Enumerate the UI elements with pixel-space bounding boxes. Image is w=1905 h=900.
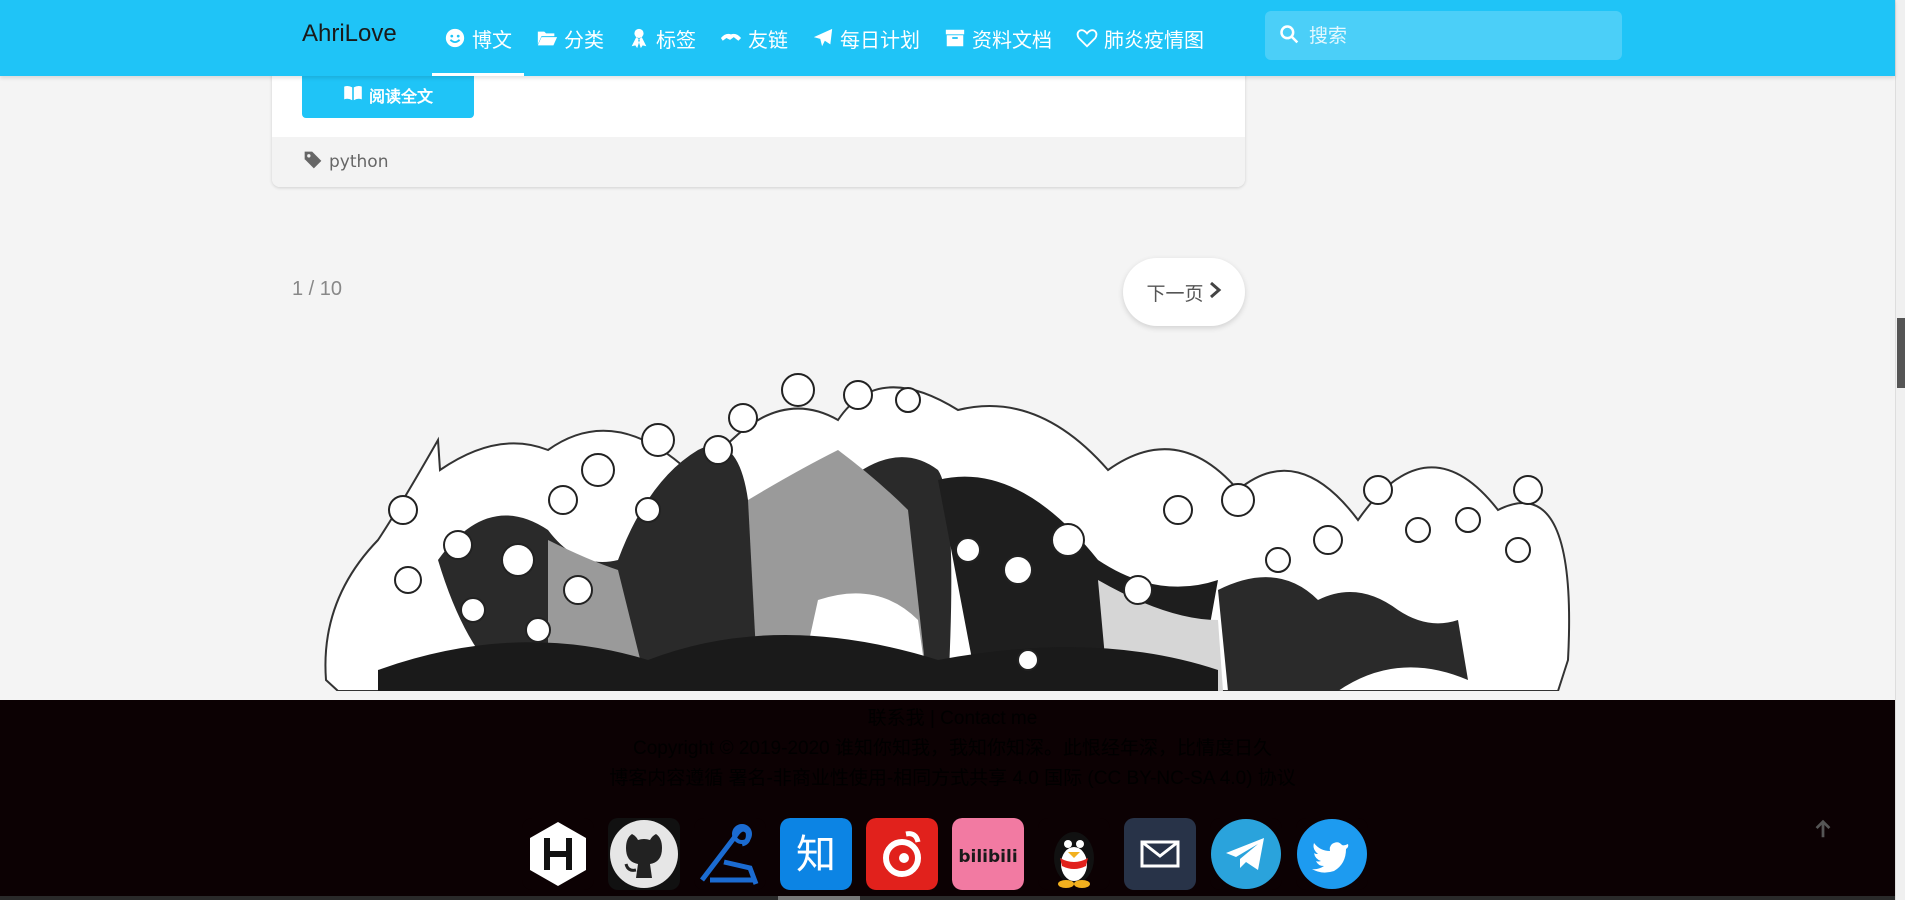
qq-penguin-icon: [1038, 818, 1110, 890]
email-link[interactable]: [1124, 818, 1196, 890]
zhihu-link[interactable]: 知: [780, 818, 852, 890]
hexo-icon: [522, 818, 594, 890]
handshake-icon: [720, 27, 742, 49]
bilibili-icon: bilibili: [952, 818, 1024, 890]
nav-label: 分类: [564, 27, 604, 52]
ribbon-icon: [628, 27, 650, 49]
scrollbar-thumb[interactable]: [1897, 318, 1905, 388]
footer-license[interactable]: 博客内容遵循 署名-非商业性使用-相同方式共享 4.0 国际 (CC BY-NC…: [0, 763, 1905, 790]
back-to-top-button[interactable]: [1808, 816, 1838, 846]
github-icon: [608, 818, 680, 890]
nav-label: 博文: [472, 27, 512, 52]
heart-icon: [1076, 27, 1098, 49]
netease-music-icon: [866, 818, 938, 890]
qq-link[interactable]: [1038, 818, 1110, 890]
chevron-right-icon: [1204, 281, 1222, 304]
site-brand[interactable]: AhriLove: [302, 20, 397, 48]
search-icon: [1279, 24, 1299, 48]
nav-label: 资料文档: [972, 27, 1052, 52]
folder-open-icon: [536, 27, 558, 49]
twitter-link[interactable]: [1296, 818, 1368, 890]
nav-label: 友链: [748, 27, 788, 52]
nav-item-epidemic-map[interactable]: 肺炎疫情图: [1064, 0, 1216, 76]
mail-icon: [1124, 818, 1196, 890]
tag-icon: [303, 150, 329, 175]
main-menu: 博文 分类 标签 友链 每日计划 资料文档 肺炎疫情图: [432, 0, 1216, 76]
next-page-label: 下一页: [1146, 282, 1204, 305]
github-link[interactable]: [608, 818, 680, 890]
bilibili-link[interactable]: bilibili: [952, 818, 1024, 890]
search-input[interactable]: [1309, 24, 1609, 47]
top-navbar: AhriLove 博文 分类 标签 友链 每日计划 资料文档 肺炎疫情图: [0, 0, 1895, 76]
footer-copyright: Copyright © 2019-2020 谁知你知我，我知你知深。此恨经年深，…: [632, 738, 1272, 759]
telegram-icon: [1210, 818, 1282, 890]
nav-label: 标签: [656, 27, 696, 52]
bottom-strip-segment: [778, 896, 860, 900]
svg-text:bilibili: bilibili: [958, 847, 1017, 867]
nav-item-categories[interactable]: 分类: [524, 0, 616, 76]
next-page-button[interactable]: 下一页: [1123, 258, 1245, 326]
page-scrollbar[interactable]: [1895, 0, 1905, 900]
post-tag-link[interactable]: python: [329, 152, 388, 172]
nav-item-daily-plan[interactable]: 每日计划: [800, 0, 932, 76]
netease-music-link[interactable]: [866, 818, 938, 890]
svg-text:知: 知: [796, 832, 836, 878]
page-indicator: 1 / 10: [292, 278, 343, 300]
twitter-icon: [1296, 818, 1368, 890]
nav-label: 肺炎疫情图: [1104, 27, 1204, 52]
nav-item-tags[interactable]: 标签: [616, 0, 708, 76]
post-card: 阅读全文 python: [272, 60, 1245, 187]
social-links: 知 bilibili: [522, 818, 1368, 890]
read-more-button[interactable]: 阅读全文: [302, 72, 474, 118]
archive-icon: [944, 27, 966, 49]
cat-skirt-illustration: [324, 373, 1571, 691]
smile-icon: [444, 27, 466, 49]
book-icon: [343, 85, 369, 105]
zhihu-icon: 知: [780, 818, 852, 890]
nav-item-posts[interactable]: 博文: [432, 0, 524, 76]
read-more-label: 阅读全文: [368, 87, 433, 106]
nav-label: 每日计划: [840, 27, 920, 52]
nav-item-documents[interactable]: 资料文档: [932, 0, 1064, 76]
telegram-link[interactable]: [1210, 818, 1282, 890]
arrow-up-icon: [1812, 818, 1834, 844]
search-box[interactable]: [1265, 11, 1622, 60]
leetcode-link[interactable]: [694, 818, 766, 890]
paper-plane-icon: [812, 27, 834, 49]
post-tags-bar: python: [272, 137, 1245, 187]
nav-item-friend-links[interactable]: 友链: [708, 0, 800, 76]
footer-contact[interactable]: 联系我 | Contact me: [0, 703, 1905, 730]
leetcode-icon: [694, 818, 766, 890]
hexo-link[interactable]: [522, 818, 594, 890]
bottom-strip: [0, 896, 1895, 900]
